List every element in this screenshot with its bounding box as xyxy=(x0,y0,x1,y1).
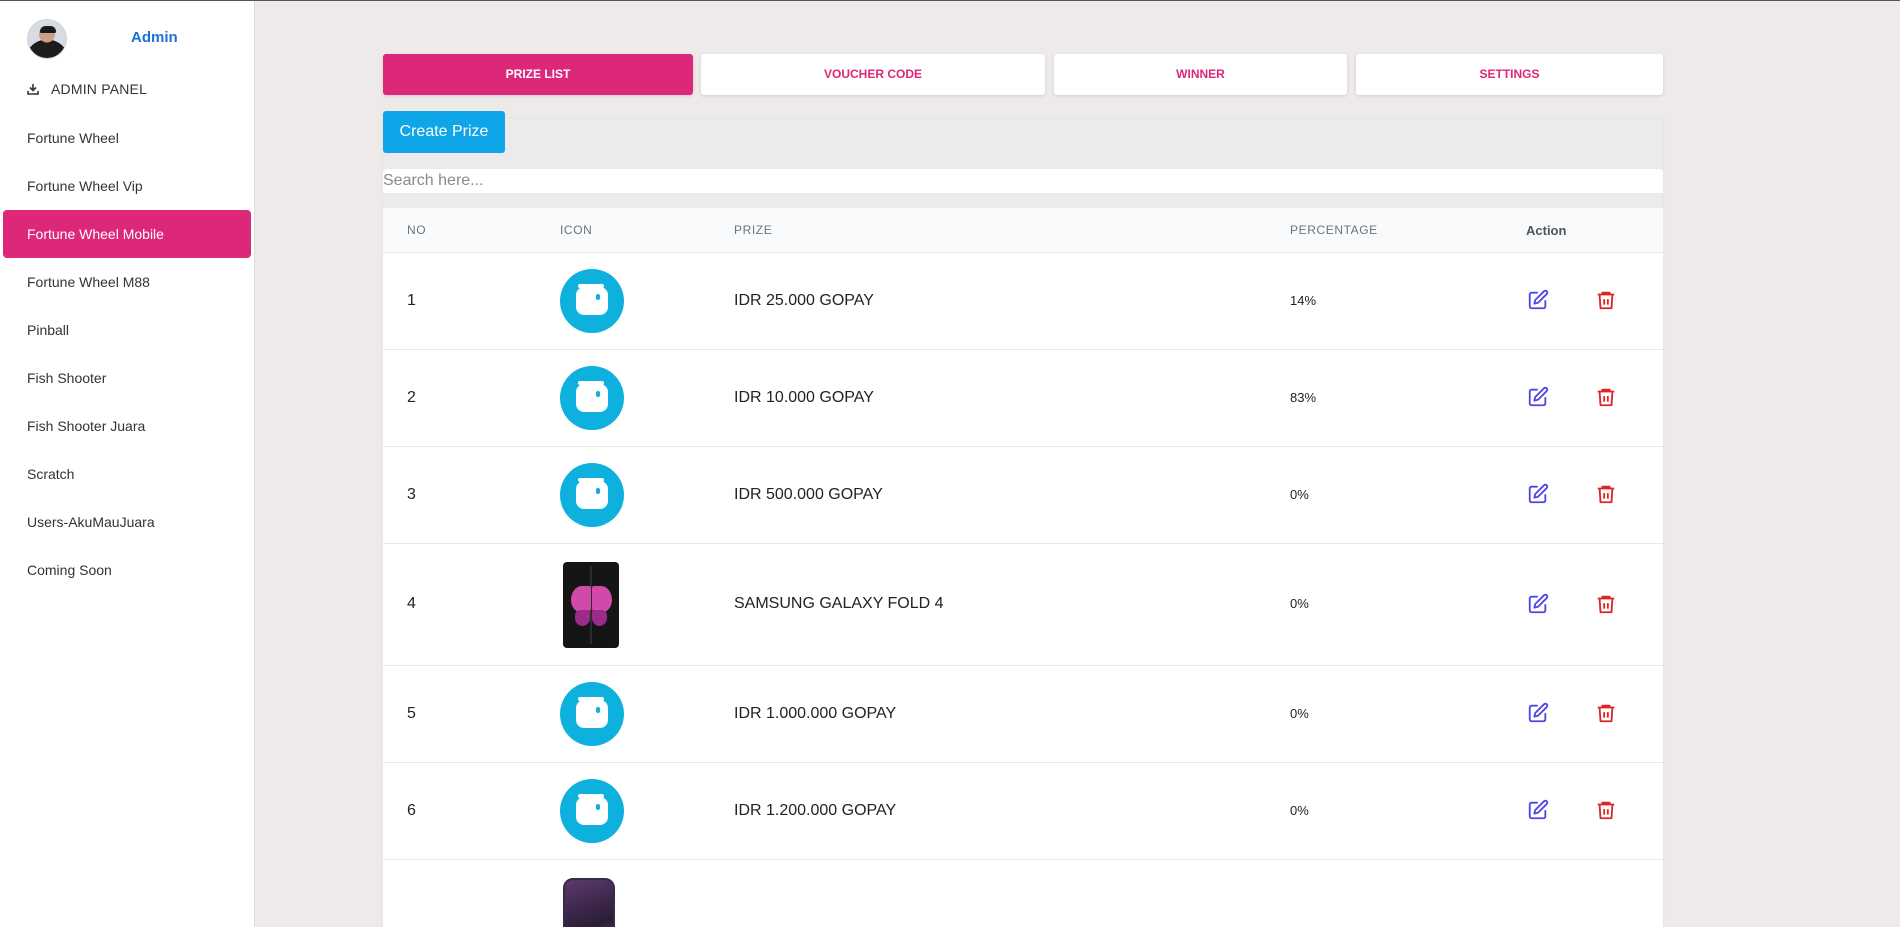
table-header: NO ICON PRIZE PERCENTAGE Action xyxy=(383,208,1663,253)
wallet-icon xyxy=(560,779,624,843)
sidebar-item-users-akumaujuara[interactable]: Users-AkuMauJuara xyxy=(3,498,251,546)
table-row: 5 IDR 1.000.000 GOPAY 0% xyxy=(383,666,1663,763)
prize-percentage: 0% xyxy=(1290,596,1309,611)
prize-percentage: 0% xyxy=(1290,487,1309,502)
table-row: 6 IDR 1.200.000 GOPAY 0% xyxy=(383,763,1663,860)
sidebar-item-fortune-wheel-mobile[interactable]: Fortune Wheel Mobile xyxy=(3,210,251,258)
header-prize: PRIZE xyxy=(734,223,773,237)
sidebar-item-fortune-wheel-m88[interactable]: Fortune Wheel M88 xyxy=(3,258,251,306)
download-icon xyxy=(27,84,39,95)
trash-icon[interactable] xyxy=(1595,289,1617,311)
table-row xyxy=(383,860,1663,927)
table-row: 1 IDR 25.000 GOPAY 14% xyxy=(383,253,1663,350)
prize-name: IDR 1.200.000 GOPAY xyxy=(734,802,897,819)
tab-winner[interactable]: WINNER xyxy=(1054,54,1347,95)
prize-table: NO ICON PRIZE PERCENTAGE Action 1 IDR 25… xyxy=(383,208,1663,927)
edit-icon[interactable] xyxy=(1527,593,1549,615)
sidebar-item-scratch[interactable]: Scratch xyxy=(3,450,251,498)
admin-name[interactable]: Admin xyxy=(131,29,178,46)
trash-icon[interactable] xyxy=(1595,386,1617,408)
tab-bar: PRIZE LIST VOUCHER CODE WINNER SETTINGS xyxy=(383,54,1663,96)
wallet-icon xyxy=(560,682,624,746)
wallet-icon xyxy=(560,463,624,527)
prize-name: IDR 25.000 GOPAY xyxy=(734,292,874,309)
table-row: 4 SAMSUNG GALAXY FOLD 4 0% xyxy=(383,544,1663,666)
sidebar-item-pinball[interactable]: Pinball xyxy=(3,306,251,354)
edit-icon[interactable] xyxy=(1527,799,1549,821)
edit-icon[interactable] xyxy=(1527,483,1549,505)
prize-percentage: 0% xyxy=(1290,803,1309,818)
sidebar-item-fortune-wheel[interactable]: Fortune Wheel xyxy=(3,114,251,162)
row-number: 4 xyxy=(407,595,416,612)
sidebar: Admin ADMIN PANEL Fortune Wheel Fortune … xyxy=(0,1,255,927)
prize-percentage: 14% xyxy=(1290,293,1317,308)
tab-prize-list[interactable]: PRIZE LIST xyxy=(383,54,693,95)
sidebar-item-fortune-wheel-vip[interactable]: Fortune Wheel Vip xyxy=(3,162,251,210)
edit-icon[interactable] xyxy=(1527,289,1549,311)
row-number: 6 xyxy=(407,802,416,819)
avatar[interactable] xyxy=(27,19,67,59)
trash-icon[interactable] xyxy=(1595,593,1617,615)
wallet-icon xyxy=(560,366,624,430)
header-action: Action xyxy=(1526,223,1567,238)
profile[interactable]: Admin xyxy=(27,19,255,61)
search-input[interactable] xyxy=(383,169,1663,193)
phone-fold-image xyxy=(563,562,619,648)
edit-icon[interactable] xyxy=(1527,702,1549,724)
prize-percentage: 0% xyxy=(1290,706,1309,721)
admin-panel-label: ADMIN PANEL xyxy=(51,81,148,97)
row-number: 3 xyxy=(407,486,416,503)
sidebar-item-coming-soon[interactable]: Coming Soon xyxy=(3,546,251,594)
prize-percentage: 83% xyxy=(1290,390,1317,405)
wallet-icon xyxy=(560,269,624,333)
sidebar-item-fish-shooter-juara[interactable]: Fish Shooter Juara xyxy=(3,402,251,450)
row-number: 1 xyxy=(407,292,416,309)
header-icon: ICON xyxy=(560,223,593,237)
prize-name: IDR 10.000 GOPAY xyxy=(734,389,874,406)
header-percentage: PERCENTAGE xyxy=(1290,223,1378,237)
table-row: 2 IDR 10.000 GOPAY 83% xyxy=(383,350,1663,447)
prize-name: IDR 500.000 GOPAY xyxy=(734,486,883,503)
row-number: 5 xyxy=(407,705,416,722)
prize-name: SAMSUNG GALAXY FOLD 4 xyxy=(734,595,944,612)
sidebar-item-fish-shooter[interactable]: Fish Shooter xyxy=(3,354,251,402)
header-no: NO xyxy=(407,223,427,237)
row-number: 2 xyxy=(407,389,416,406)
edit-icon[interactable] xyxy=(1527,386,1549,408)
trash-icon[interactable] xyxy=(1595,799,1617,821)
table-row: 3 IDR 500.000 GOPAY 0% xyxy=(383,447,1663,544)
create-prize-button[interactable]: Create Prize xyxy=(383,111,505,153)
prize-name: IDR 1.000.000 GOPAY xyxy=(734,705,897,722)
tab-voucher-code[interactable]: VOUCHER CODE xyxy=(701,54,1045,95)
admin-panel-heading: ADMIN PANEL xyxy=(27,81,147,97)
iphone-image xyxy=(563,878,615,927)
trash-icon[interactable] xyxy=(1595,702,1617,724)
trash-icon[interactable] xyxy=(1595,483,1617,505)
tab-settings[interactable]: SETTINGS xyxy=(1356,54,1663,95)
